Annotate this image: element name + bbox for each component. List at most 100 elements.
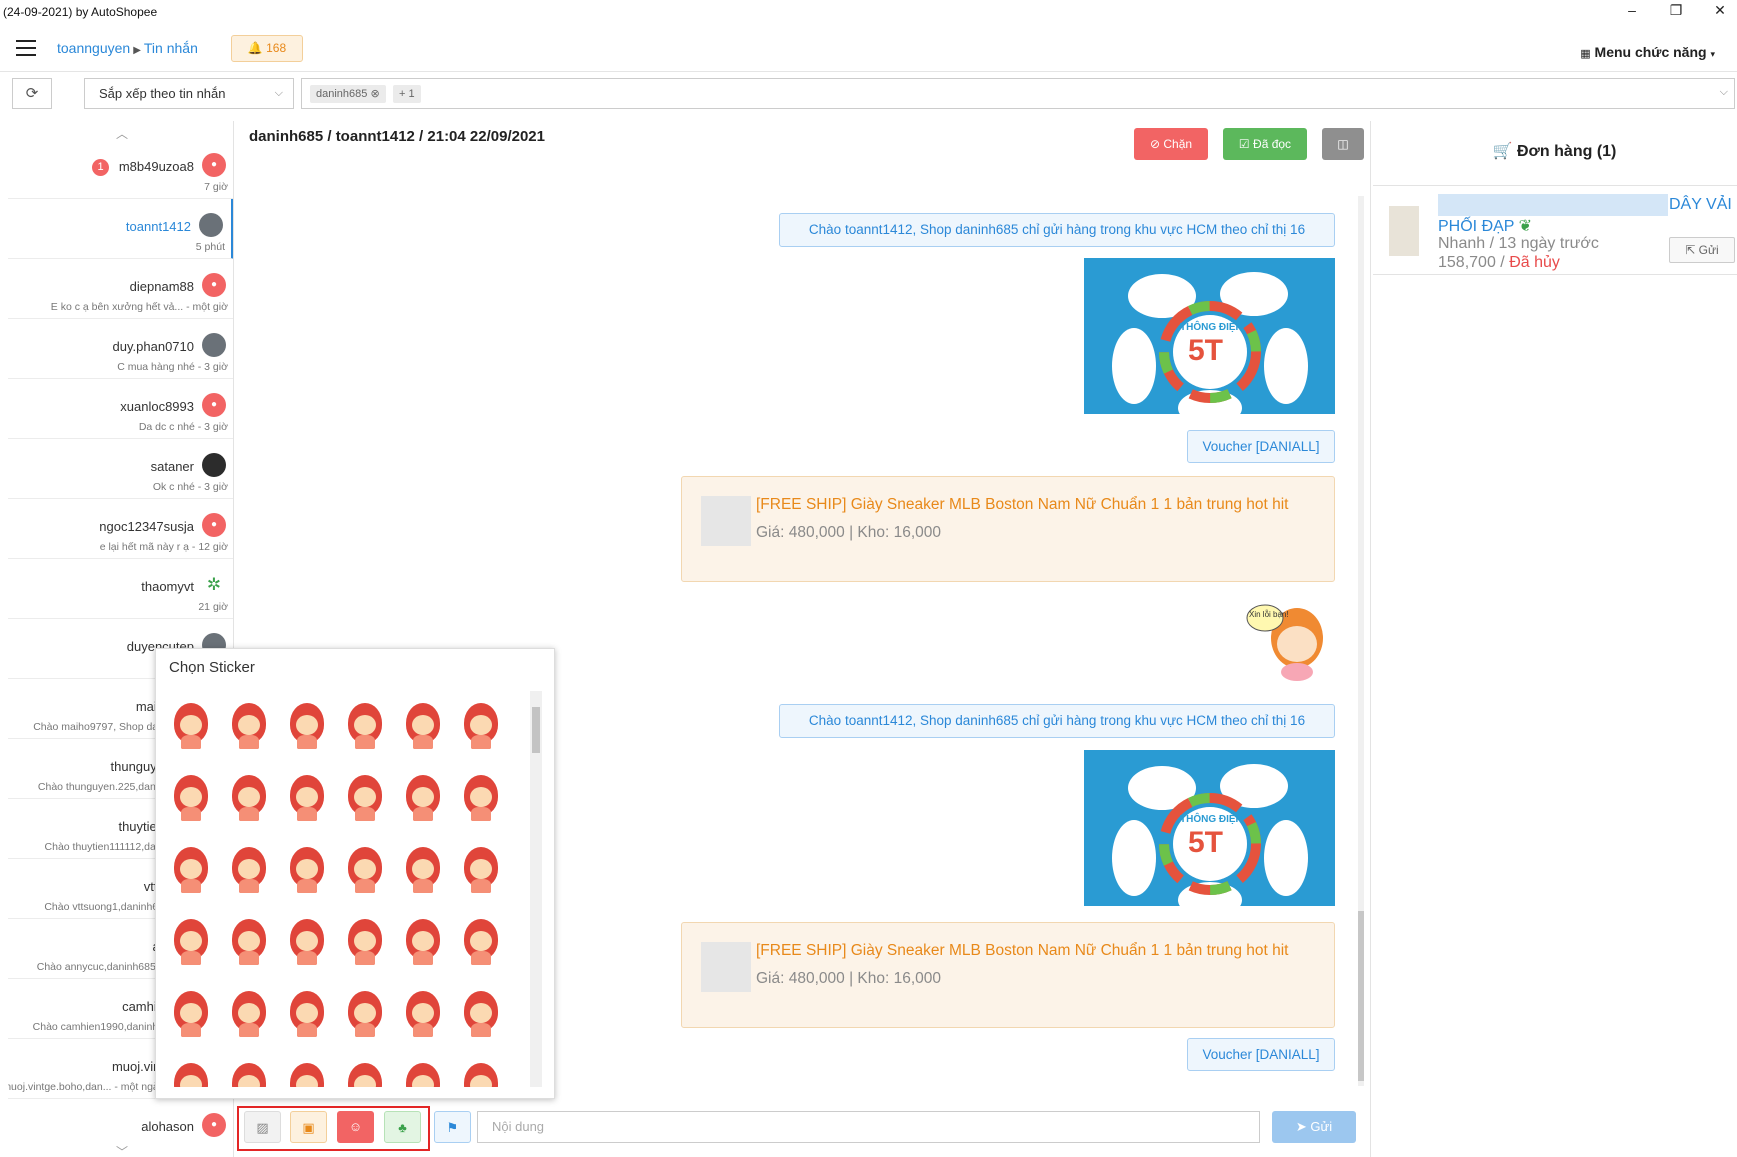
conversation-name: xuanloc8993 xyxy=(120,399,194,414)
scroll-down-icon[interactable]: ﹀ xyxy=(116,1143,128,1157)
sticker-item[interactable] xyxy=(224,841,276,897)
sticker-item[interactable] xyxy=(398,697,450,753)
sticker-item[interactable] xyxy=(166,913,218,969)
sticker-item[interactable] xyxy=(166,985,218,1041)
notification-button[interactable]: 🔔 168 xyxy=(231,35,303,62)
sticker-item[interactable] xyxy=(340,769,392,825)
sticker-item[interactable] xyxy=(282,841,334,897)
sticker-picker[interactable]: Chọn Sticker xyxy=(155,648,555,1099)
function-menu-button[interactable]: ▦ Menu chức năng ▾ xyxy=(1580,44,1715,60)
sticker-item[interactable] xyxy=(224,913,276,969)
restore-icon[interactable]: ❐ xyxy=(1661,2,1691,19)
mark-read-button[interactable]: ☑ Đã đọc xyxy=(1223,128,1307,160)
app-header: toannguyen ▶ Tin nhắn 🔔 168 ▦ Menu chức nă… xyxy=(0,26,1737,72)
send-button[interactable]: ➤ Gửi xyxy=(1272,1111,1356,1143)
sticker-item[interactable] xyxy=(456,841,508,897)
chat-scrollbar[interactable] xyxy=(1358,196,1364,1086)
sticker-item[interactable] xyxy=(224,697,276,753)
shop-filter-select[interactable]: daninh685 ⊗ + 1 ⌵ xyxy=(301,78,1735,109)
sticker-item[interactable] xyxy=(282,769,334,825)
sticker-item[interactable] xyxy=(166,697,218,753)
chat-scrollbar-thumb[interactable] xyxy=(1358,911,1364,1081)
conversation-item[interactable]: duy.phan0710 C mua hàng nhé - 3 giờ xyxy=(8,319,233,379)
product-title[interactable]: [FREE SHIP] Giày Sneaker MLB Boston Nam … xyxy=(756,496,1288,514)
sticker-scrollbar[interactable] xyxy=(530,691,542,1087)
sticker-item[interactable] xyxy=(398,841,450,897)
sticker-item[interactable] xyxy=(340,1057,392,1087)
sticker-item[interactable] xyxy=(398,769,450,825)
sticker-item[interactable] xyxy=(398,1057,450,1087)
product-title[interactable]: [FREE SHIP] Giày Sneaker MLB Boston Nam … xyxy=(756,942,1288,960)
cart-icon: 🛒 xyxy=(1492,143,1513,160)
bookmark-button[interactable]: ⚑ xyxy=(434,1111,471,1143)
order-item[interactable]: DÂY VẢI PHỐI ĐẠP ❦ Nhanh / 13 ngày trước… xyxy=(1373,185,1737,275)
sticker-item[interactable] xyxy=(456,769,508,825)
sticker-shape xyxy=(470,715,492,735)
ban-icon: ⊘ xyxy=(1149,137,1161,151)
sticker-item[interactable] xyxy=(282,697,334,753)
shop-tag[interactable]: daninh685 ⊗ xyxy=(310,85,386,103)
image-message[interactable]: THÔNG ĐIỆP 5T xyxy=(1084,750,1335,906)
breadcrumb: toannguyen ▶ Tin nhắn xyxy=(57,40,198,56)
conversation-item[interactable]: 1 m8b49uzoa8 7 giờ ● xyxy=(8,139,233,199)
sort-select[interactable]: Sắp xếp theo tin nhắn ⌵ xyxy=(84,78,294,109)
send-order-button[interactable]: ⇱ Gửi xyxy=(1669,237,1735,263)
sticker-shape xyxy=(355,735,375,749)
order-product-name-tail[interactable]: DÂY VẢI xyxy=(1669,196,1732,214)
sticker-item[interactable] xyxy=(340,697,392,753)
text-message: Chào toannt1412, Shop daninh685 chỉ gửi … xyxy=(779,704,1335,738)
order-panel: 🛒 Đơn hàng (1) DÂY VẢI PHỐI ĐẠP ❦ Nhanh … xyxy=(1370,121,1737,1157)
sticker-item[interactable] xyxy=(166,1057,218,1087)
product-card[interactable]: [FREE SHIP] Giày Sneaker MLB Boston Nam … xyxy=(681,922,1335,1028)
conversation-item[interactable]: thaomyvt 21 giờ ✲ xyxy=(8,559,233,619)
breadcrumb-user[interactable]: toannguyen xyxy=(57,40,130,56)
send-sticker-button[interactable]: ☺ xyxy=(337,1111,374,1143)
sticker-item[interactable] xyxy=(166,769,218,825)
toggle-panel-button[interactable]: ◫ xyxy=(1322,128,1364,160)
sticker-shape xyxy=(412,715,434,735)
block-button[interactable]: ⊘ Chặn xyxy=(1134,128,1208,160)
sticker-item[interactable] xyxy=(456,697,508,753)
close-icon[interactable]: ✕ xyxy=(1705,2,1735,19)
remove-tag-icon[interactable]: ⊗ xyxy=(370,88,379,100)
sticker-item[interactable] xyxy=(398,913,450,969)
blurred-product-name xyxy=(1438,194,1668,216)
sticker-shape xyxy=(297,735,317,749)
orders-title: 🛒 Đơn hàng (1) xyxy=(1492,143,1617,160)
hamburger-menu-icon[interactable] xyxy=(16,40,36,56)
conversation-item[interactable]: toannt1412 5 phút xyxy=(8,199,233,259)
sticker-item[interactable] xyxy=(456,913,508,969)
order-product-name-line2[interactable]: PHỐI ĐẠP ❦ xyxy=(1438,216,1532,236)
send-voucher-button[interactable]: ♣ xyxy=(384,1111,421,1143)
image-message[interactable]: THÔNG ĐIỆP 5T xyxy=(1084,258,1335,414)
sticker-item[interactable] xyxy=(340,841,392,897)
conversation-item[interactable]: sataner Ok c nhé - 3 giờ xyxy=(8,439,233,499)
product-card[interactable]: [FREE SHIP] Giày Sneaker MLB Boston Nam … xyxy=(681,476,1335,582)
sticker-item[interactable] xyxy=(224,1057,276,1087)
conversation-item[interactable]: xuanloc8993 Da dc c nhé - 3 giờ ● xyxy=(8,379,233,439)
sticker-item[interactable] xyxy=(224,985,276,1041)
refresh-button[interactable]: ⟳ xyxy=(12,78,52,109)
sticker-item[interactable] xyxy=(224,769,276,825)
sticker-scrollbar-thumb[interactable] xyxy=(532,707,540,753)
sticker-item[interactable] xyxy=(282,1057,334,1087)
sticker-item[interactable] xyxy=(456,985,508,1041)
breadcrumb-page[interactable]: Tin nhắn xyxy=(144,40,198,56)
sticker-item[interactable] xyxy=(398,985,450,1041)
sticker-grid[interactable] xyxy=(164,691,534,1087)
minimize-icon[interactable]: – xyxy=(1617,2,1647,18)
sticker-item[interactable] xyxy=(340,985,392,1041)
send-product-button[interactable]: ▣ xyxy=(290,1111,327,1143)
sticker-item[interactable] xyxy=(282,985,334,1041)
sticker-item[interactable] xyxy=(166,841,218,897)
more-tags[interactable]: + 1 xyxy=(393,85,421,103)
sticker-shape xyxy=(238,931,260,951)
send-image-button[interactable]: ▨ xyxy=(244,1111,281,1143)
message-input[interactable]: Nội dung xyxy=(477,1111,1260,1143)
conversation-item[interactable]: diepnam88 E ko c ạ bên xưởng hết vả... - … xyxy=(8,259,233,319)
sticker-item[interactable] xyxy=(340,913,392,969)
sticker-item[interactable] xyxy=(282,913,334,969)
conversation-item[interactable]: ngoc12347susja e lại hết mã này r ạ - 12 … xyxy=(8,499,233,559)
sticker-item[interactable] xyxy=(456,1057,508,1087)
conversation-preview: Chào maiho9797, Shop dan xyxy=(33,721,164,733)
